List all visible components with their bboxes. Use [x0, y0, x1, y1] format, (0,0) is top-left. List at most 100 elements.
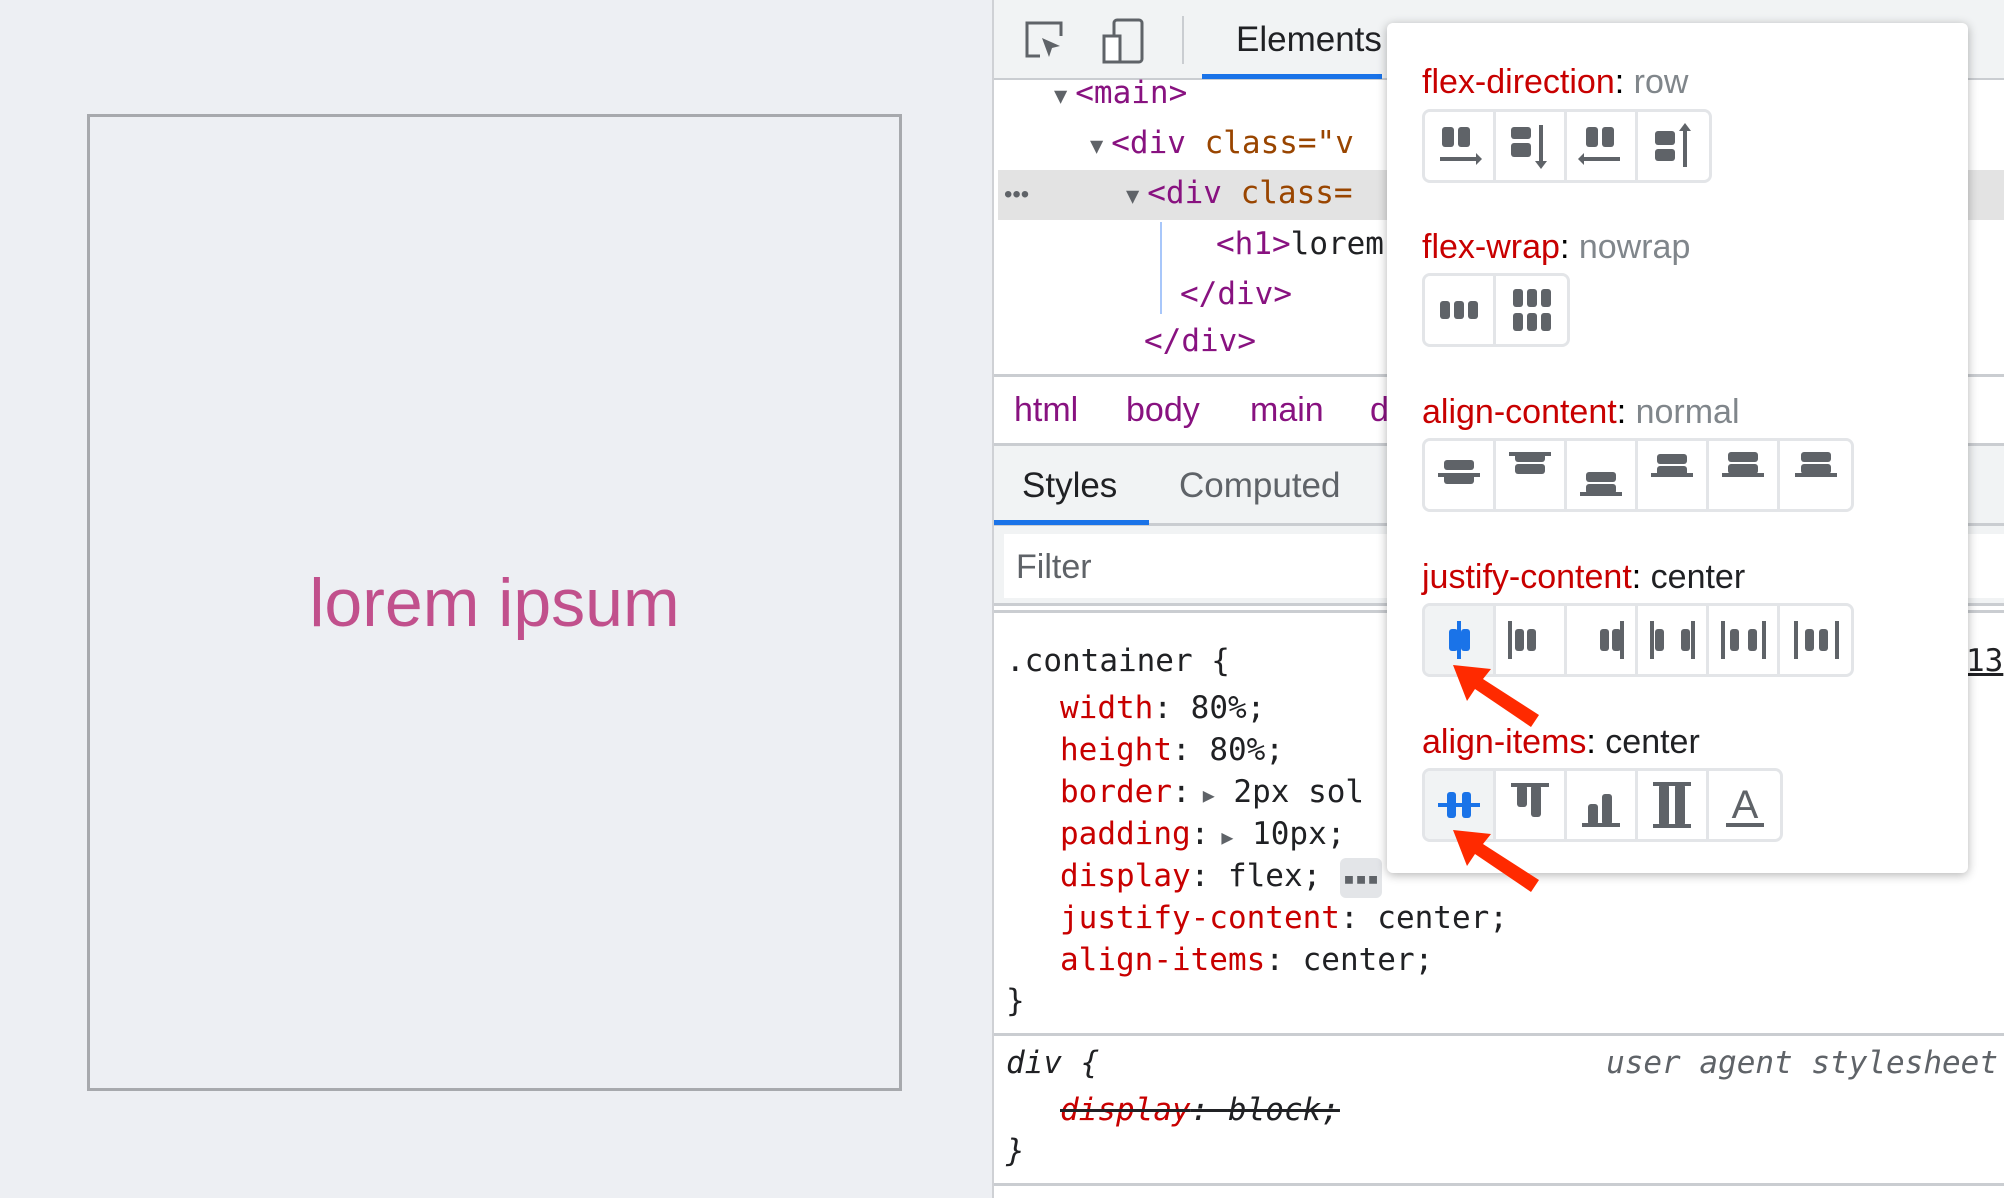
css-prop: align-items — [1060, 942, 1266, 978]
active-tab-indicator — [1202, 74, 1382, 79]
svg-text:A: A — [1731, 783, 1758, 827]
justify-content-flex-end-button[interactable] — [1567, 606, 1638, 674]
flex-end-icon — [1600, 621, 1624, 659]
css-prop: height — [1060, 732, 1172, 768]
css-prop: padding — [1060, 816, 1191, 852]
justify-content-space-around-button[interactable] — [1709, 606, 1780, 674]
dom-token: <div — [1147, 175, 1241, 211]
flex-start-icon — [1509, 452, 1551, 474]
dom-token: <main> — [1075, 75, 1188, 111]
rule-divider — [994, 1033, 2004, 1036]
ua-rule-source: user agent stylesheet — [1606, 1045, 1998, 1081]
align-items-baseline-button[interactable]: A — [1709, 771, 1780, 839]
page-heading: lorem ipsum — [309, 564, 680, 641]
align-content-space-around-button[interactable] — [1638, 441, 1709, 509]
expand-triangle-icon[interactable]: ▼ — [1126, 184, 1139, 209]
property-value: center — [1650, 558, 1746, 596]
center-icon — [1449, 621, 1470, 659]
row-icon — [1440, 127, 1482, 165]
css-declaration[interactable]: display: flex; ▪▪▪ — [1060, 855, 1382, 898]
expand-shorthand-icon[interactable]: ▶ — [1191, 783, 1215, 807]
dom-token: class= — [1240, 175, 1353, 211]
breadcrumb-body[interactable]: body — [1126, 391, 1200, 430]
align-items-stretch-button[interactable] — [1638, 771, 1709, 839]
breadcrumb-html[interactable]: html — [1014, 391, 1078, 430]
css-declaration[interactable]: align-items: center; — [1060, 939, 1433, 981]
space-around-icon — [1651, 454, 1693, 477]
css-value: center; — [1377, 900, 1508, 936]
css-prop: display — [1060, 858, 1191, 894]
flex-end-icon — [1582, 794, 1620, 827]
align-items-flex-end-button[interactable] — [1567, 771, 1638, 839]
stretch-icon — [1794, 452, 1837, 477]
tab-computed[interactable]: Computed — [1179, 466, 1340, 506]
dom-node[interactable]: ▼ <div class= — [1126, 168, 1353, 218]
dom-node[interactable]: <h1>lorem — [1216, 219, 1384, 269]
flex-direction-row-button[interactable] — [1425, 112, 1496, 180]
dom-node[interactable]: ▼ <main> — [1054, 68, 1187, 118]
space-between-icon — [1650, 621, 1695, 659]
expand-triangle-icon[interactable]: ▼ — [1090, 134, 1103, 159]
css-declaration[interactable]: border: ▶ 2px sol — [1060, 771, 1364, 816]
css-value: 2px sol — [1233, 774, 1365, 810]
flexbox-editor-button[interactable]: ▪▪▪ — [1339, 857, 1382, 898]
breadcrumb-main[interactable]: main — [1250, 391, 1324, 430]
space-around-icon — [1721, 621, 1766, 659]
flex-direction-row-reverse-button[interactable] — [1567, 112, 1638, 180]
flex-end-icon — [1580, 472, 1622, 496]
inspect-element-icon[interactable] — [1022, 18, 1068, 64]
flex-wrap-nowrap-button[interactable] — [1425, 276, 1496, 344]
flex-direction-column-button[interactable] — [1496, 112, 1567, 180]
annotation-arrow-icon — [1453, 830, 1539, 892]
css-value: center; — [1302, 942, 1434, 978]
align-content-stretch-button[interactable] — [1780, 441, 1851, 509]
expand-shorthand-icon[interactable]: ▶ — [1209, 825, 1233, 849]
container-box: lorem ipsum — [87, 114, 902, 1091]
dom-token: </div> — [1180, 276, 1292, 312]
ua-decl-value: block; — [1227, 1092, 1340, 1128]
tab-styles[interactable]: Styles — [1022, 466, 1117, 506]
dom-node[interactable]: </div> — [1180, 269, 1292, 319]
active-tab-indicator — [994, 520, 1149, 525]
rule-close: } — [1006, 983, 1025, 1019]
property-name: align-content — [1422, 393, 1617, 431]
property-value: row — [1633, 63, 1689, 101]
css-declaration[interactable]: justify-content: center; — [1060, 897, 1508, 939]
align-content-space-between-button[interactable] — [1709, 441, 1780, 509]
dom-token: <div — [1111, 125, 1205, 161]
more-actions-dots[interactable]: ••• — [1004, 170, 1029, 220]
property-name: flex-wrap — [1422, 228, 1560, 266]
property-value: nowrap — [1578, 228, 1691, 266]
flex-wrap-wrap-button[interactable] — [1496, 276, 1567, 344]
stretch-icon — [1653, 782, 1691, 828]
align-content-flex-start-button[interactable] — [1496, 441, 1567, 509]
rule-source-link[interactable]: 13 — [1966, 640, 2003, 682]
css-prop: width — [1060, 690, 1154, 726]
expand-triangle-icon[interactable]: ▼ — [1054, 84, 1067, 109]
rule-selector[interactable]: .container { — [1006, 640, 1230, 682]
tab-elements[interactable]: Elements — [1236, 20, 1382, 60]
ua-rule-selector[interactable]: div { — [1006, 1042, 1099, 1084]
align-content-center-button[interactable] — [1425, 441, 1496, 509]
column-icon — [1511, 125, 1547, 169]
nowrap-icon — [1440, 301, 1478, 319]
toolbar-divider — [1182, 16, 1184, 64]
flex-direction-options — [1422, 109, 1712, 183]
justify-content-label: justify-content: center — [1422, 558, 1746, 596]
justify-content-space-between-button[interactable] — [1638, 606, 1709, 674]
align-content-flex-end-button[interactable] — [1567, 441, 1638, 509]
dom-node[interactable]: </div> — [1144, 316, 1256, 366]
css-declaration[interactable]: width: 80%; — [1060, 687, 1265, 729]
css-declaration[interactable]: padding: ▶ 10px; — [1060, 813, 1345, 858]
ua-decl-prop: display — [1060, 1092, 1191, 1128]
flex-start-icon — [1508, 621, 1536, 659]
device-toolbar-icon[interactable] — [1100, 18, 1146, 64]
ua-decl[interactable]: display: block; — [1060, 1089, 1340, 1131]
space-between-icon — [1722, 452, 1764, 477]
css-declaration[interactable]: height: 80%; — [1060, 729, 1284, 771]
flex-direction-column-reverse-button[interactable] — [1638, 112, 1709, 180]
baseline-icon: A — [1725, 783, 1764, 827]
dom-node[interactable]: ▼ <div class="v — [1090, 118, 1354, 168]
flex-wrap-options — [1422, 273, 1570, 347]
justify-content-space-evenly-button[interactable] — [1780, 606, 1851, 674]
